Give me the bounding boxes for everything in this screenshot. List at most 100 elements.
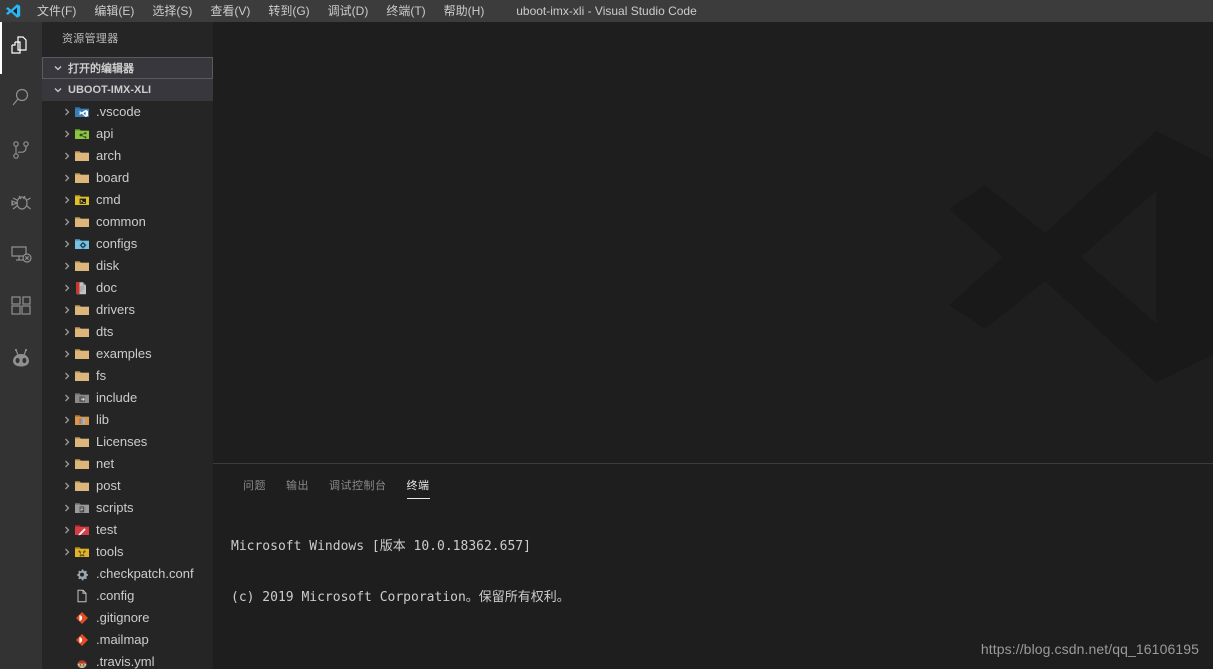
menu-go[interactable]: 转到(G) bbox=[259, 0, 318, 22]
activity-bot[interactable] bbox=[0, 334, 42, 386]
tree-item-licenses[interactable]: Licenses bbox=[42, 431, 213, 453]
activity-debug[interactable] bbox=[0, 178, 42, 230]
tree-item-label: doc bbox=[96, 280, 117, 295]
tree-item-dot-vscode[interactable]: .vscode bbox=[42, 101, 213, 123]
chevron-right-icon[interactable] bbox=[60, 519, 74, 541]
tree-item-api[interactable]: api bbox=[42, 123, 213, 145]
tree-item-label: arch bbox=[96, 148, 122, 163]
tree-item-label: test bbox=[96, 522, 117, 537]
tree-item-net[interactable]: net bbox=[42, 453, 213, 475]
tree-item-configs[interactable]: configs bbox=[42, 233, 213, 255]
chevron-right-icon[interactable] bbox=[60, 233, 74, 255]
folder-icon bbox=[74, 214, 90, 230]
chevron-right-icon[interactable] bbox=[60, 453, 74, 475]
activity-source-control[interactable] bbox=[0, 126, 42, 178]
chevron-right-icon[interactable] bbox=[60, 365, 74, 387]
chevron-right-icon[interactable] bbox=[60, 409, 74, 431]
extensions-icon bbox=[9, 294, 33, 323]
folder-icon bbox=[74, 346, 90, 362]
tree-item-label: .travis.yml bbox=[96, 654, 155, 669]
activity-search[interactable] bbox=[0, 74, 42, 126]
chevron-right-icon[interactable] bbox=[60, 123, 74, 145]
chevron-right-icon[interactable] bbox=[60, 387, 74, 409]
folder-icon bbox=[74, 478, 90, 494]
tree-item-lib[interactable]: lib bbox=[42, 409, 213, 431]
folder-icon bbox=[74, 324, 90, 340]
menu-file[interactable]: 文件(F) bbox=[28, 0, 85, 22]
tree-item-label: scripts bbox=[96, 500, 134, 515]
alien-bot-icon bbox=[9, 346, 33, 375]
git-file-icon bbox=[74, 632, 90, 648]
folder-icon bbox=[74, 302, 90, 318]
lib-folder-icon bbox=[74, 412, 90, 428]
chevron-right-icon[interactable] bbox=[60, 211, 74, 233]
tree-item-dot-mailmap[interactable]: .mailmap bbox=[42, 629, 213, 651]
tree-item-fs[interactable]: fs bbox=[42, 365, 213, 387]
chevron-right-icon[interactable] bbox=[60, 475, 74, 497]
chevron-right-icon[interactable] bbox=[60, 277, 74, 299]
section-open-editors[interactable]: 打开的编辑器 bbox=[42, 57, 213, 79]
tree-item-drivers[interactable]: drivers bbox=[42, 299, 213, 321]
chevron-right-icon[interactable] bbox=[60, 145, 74, 167]
git-file-icon bbox=[74, 610, 90, 626]
chevron-right-icon[interactable] bbox=[60, 167, 74, 189]
tree-item-disk[interactable]: disk bbox=[42, 255, 213, 277]
tree-item-examples[interactable]: examples bbox=[42, 343, 213, 365]
vscode-window: 文件(F) 编辑(E) 选择(S) 查看(V) 转到(G) 调试(D) 终端(T… bbox=[0, 0, 1213, 669]
section-open-editors-label: 打开的编辑器 bbox=[68, 63, 134, 75]
tree-item-board[interactable]: board bbox=[42, 167, 213, 189]
chevron-right-icon[interactable] bbox=[60, 497, 74, 519]
activity-remote-explorer[interactable] bbox=[0, 230, 42, 282]
folder-icon bbox=[74, 434, 90, 450]
terminal-line-2: (c) 2019 Microsoft Corporation。保留所有权利。 bbox=[231, 590, 570, 605]
tree-item-post[interactable]: post bbox=[42, 475, 213, 497]
tree-item-label: .gitignore bbox=[96, 610, 150, 625]
chevron-right-icon[interactable] bbox=[60, 189, 74, 211]
section-workspace-root[interactable]: UBOOT-IMX-XLI bbox=[42, 79, 213, 101]
chevron-right-icon[interactable] bbox=[60, 431, 74, 453]
menu-view[interactable]: 查看(V) bbox=[201, 0, 259, 22]
menu-debug[interactable]: 调试(D) bbox=[319, 0, 378, 22]
tree-item-dot-travis-yml[interactable]: .travis.yml bbox=[42, 651, 213, 669]
menu-selection[interactable]: 选择(S) bbox=[143, 0, 201, 22]
tree-item-test[interactable]: test bbox=[42, 519, 213, 541]
tree-item-cmd[interactable]: cmd bbox=[42, 189, 213, 211]
panel-tab-debug-console[interactable]: 调试控制台 bbox=[319, 479, 397, 499]
menu-terminal[interactable]: 终端(T) bbox=[377, 0, 434, 22]
chevron-right-icon[interactable] bbox=[60, 255, 74, 277]
files-icon bbox=[9, 34, 33, 63]
sidebar-title: 资源管理器 bbox=[62, 33, 119, 45]
tree-item-label: dts bbox=[96, 324, 114, 339]
blog-url-watermark: https://blog.csdn.net/qq_16106195 bbox=[980, 641, 1199, 657]
tree-item-include[interactable]: include bbox=[42, 387, 213, 409]
panel-tab-output[interactable]: 输出 bbox=[276, 479, 319, 499]
chevron-right-icon[interactable] bbox=[60, 343, 74, 365]
activity-extensions[interactable] bbox=[0, 282, 42, 334]
tree-item-label: drivers bbox=[96, 302, 136, 317]
chevron-down-icon bbox=[50, 79, 66, 101]
tree-item-tools[interactable]: tools bbox=[42, 541, 213, 563]
chevron-down-icon bbox=[50, 57, 66, 79]
chevron-right-icon[interactable] bbox=[60, 541, 74, 563]
tree-item-label: cmd bbox=[96, 192, 121, 207]
chevron-right-icon[interactable] bbox=[60, 321, 74, 343]
tree-item-label: net bbox=[96, 456, 115, 471]
tree-item-arch[interactable]: arch bbox=[42, 145, 213, 167]
tree-item-dot-checkpatch-conf[interactable]: .checkpatch.conf bbox=[42, 563, 213, 585]
chevron-right-icon[interactable] bbox=[60, 299, 74, 321]
tree-item-dot-config[interactable]: .config bbox=[42, 585, 213, 607]
tree-item-common[interactable]: common bbox=[42, 211, 213, 233]
tree-item-label: disk bbox=[96, 258, 120, 273]
activity-explorer[interactable] bbox=[0, 22, 42, 74]
menu-edit[interactable]: 编辑(E) bbox=[85, 0, 143, 22]
tree-item-doc[interactable]: doc bbox=[42, 277, 213, 299]
panel-tab-terminal[interactable]: 终端 bbox=[397, 479, 440, 499]
tree-item-dot-gitignore[interactable]: .gitignore bbox=[42, 607, 213, 629]
panel-tab-problems[interactable]: 问题 bbox=[233, 479, 276, 499]
menu-help[interactable]: 帮助(H) bbox=[435, 0, 494, 22]
chevron-right-icon[interactable] bbox=[60, 101, 74, 123]
folder-icon bbox=[74, 170, 90, 186]
tree-item-dts[interactable]: dts bbox=[42, 321, 213, 343]
activity-bar bbox=[0, 22, 42, 669]
tree-item-scripts[interactable]: scripts bbox=[42, 497, 213, 519]
